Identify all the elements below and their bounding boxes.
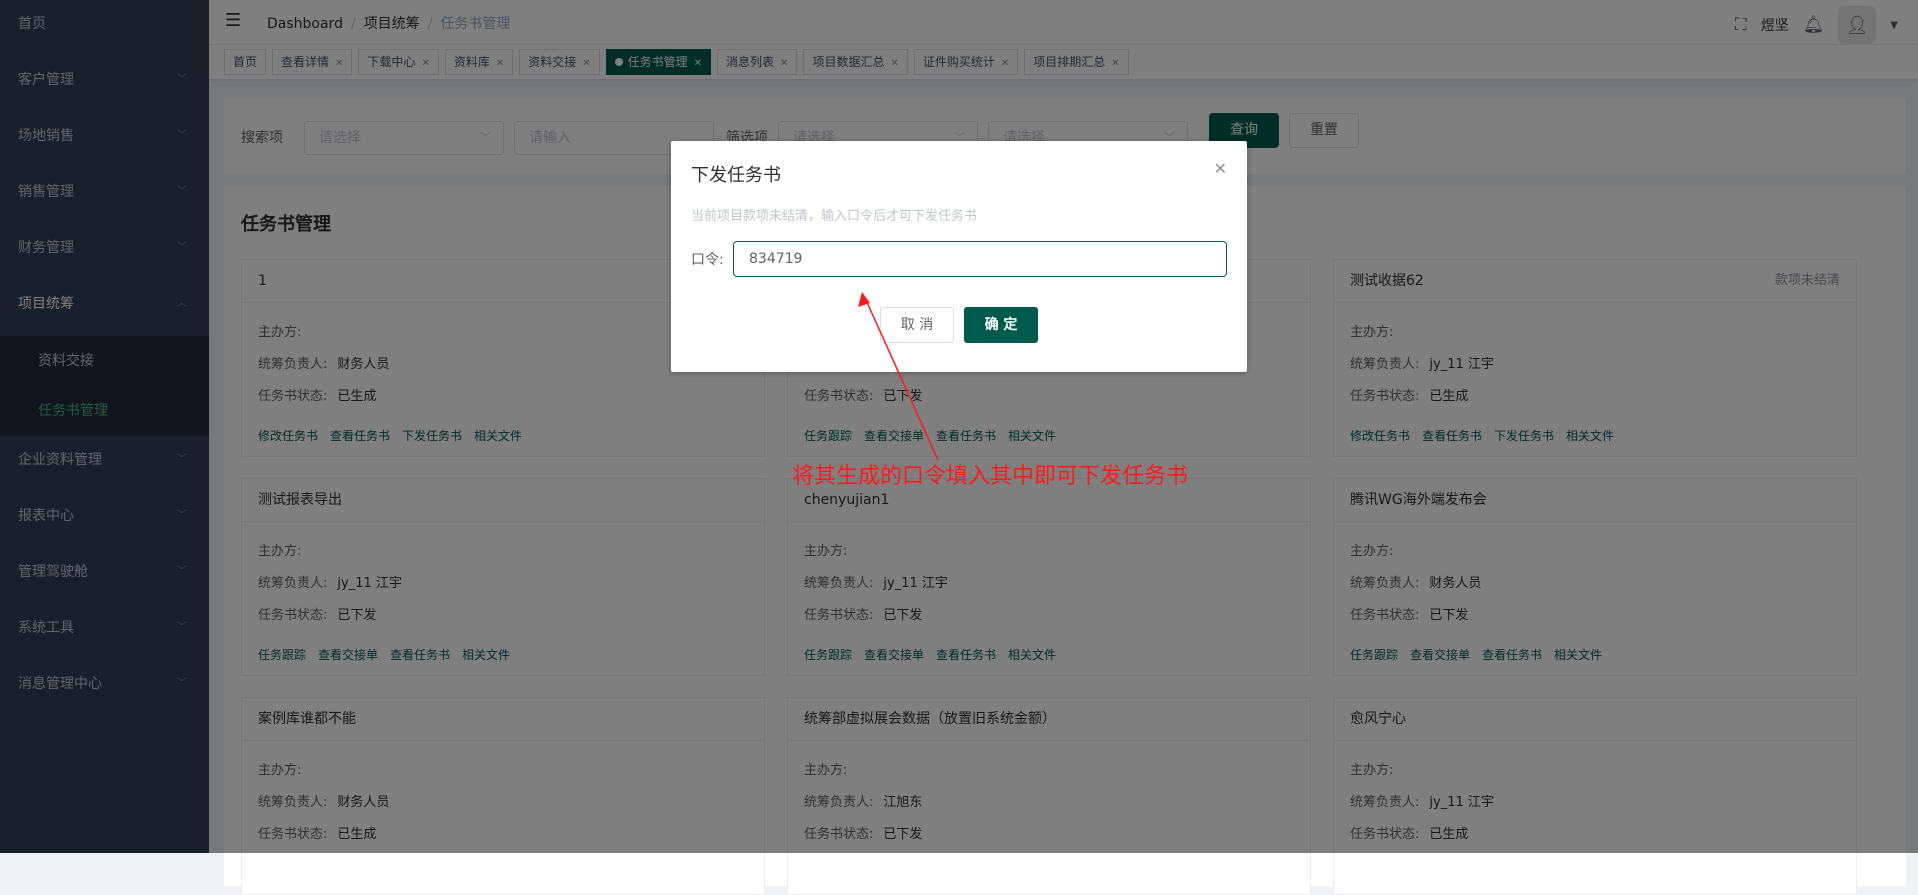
- annotation-arrow: [858, 292, 939, 461]
- annotation-arrow-line: [865, 299, 939, 461]
- annotation-text: 将其生成的口令填入其中即可下发任务书: [792, 464, 1189, 489]
